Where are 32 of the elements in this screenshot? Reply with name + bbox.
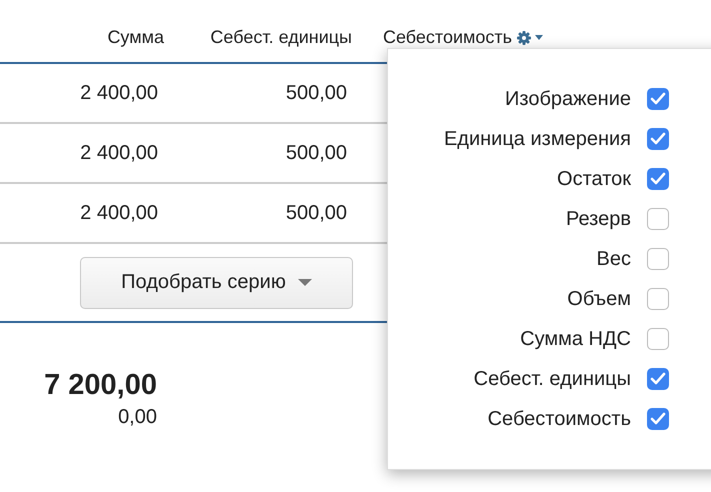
series-dropdown-button[interactable]: Подобрать серию [80, 256, 353, 308]
menu-item-label[interactable]: Объем [567, 288, 631, 310]
menu-item-label[interactable]: Остаток [557, 168, 631, 190]
menu-item-label[interactable]: Себест. единицы [474, 368, 631, 390]
table-cell-text: 2 400,00 [79, 82, 158, 104]
menu-item-label[interactable]: Единица измерения [444, 128, 631, 150]
table-cell-text: 500,00 [284, 142, 347, 164]
column-header: Себест. единицы [209, 27, 352, 48]
table-cell-text: 2 400,00 [79, 202, 158, 224]
table-cell-text: 500,00 [284, 202, 347, 224]
menu-item-label[interactable]: Себестоимость [488, 408, 631, 430]
checkbox[interactable] [647, 168, 669, 190]
menu-item-label[interactable]: Изображение [505, 88, 631, 110]
column-header: Сумма [106, 27, 164, 48]
secondary-amount: 0,00 [118, 406, 157, 429]
menu-item-label[interactable]: Резерв [566, 208, 631, 230]
settings-icon[interactable] [516, 30, 544, 46]
menu-item-label[interactable]: Вес [596, 248, 631, 270]
checkbox[interactable] [647, 88, 669, 110]
checkbox[interactable] [647, 368, 669, 390]
checkbox[interactable] [647, 408, 669, 430]
checkbox[interactable] [647, 208, 669, 230]
caret-icon [298, 278, 312, 286]
checkbox[interactable] [647, 328, 669, 350]
table-cell-text: 500,00 [284, 82, 347, 104]
table-cell-text: 2 400,00 [79, 142, 158, 164]
column-header: Себестоимость [383, 27, 512, 48]
menu-item-label[interactable]: Сумма НДС [520, 328, 631, 350]
total-amount: 7 200,00 [44, 369, 157, 402]
checkbox[interactable] [647, 128, 669, 150]
checkbox[interactable] [647, 248, 669, 270]
checkbox[interactable] [647, 288, 669, 310]
